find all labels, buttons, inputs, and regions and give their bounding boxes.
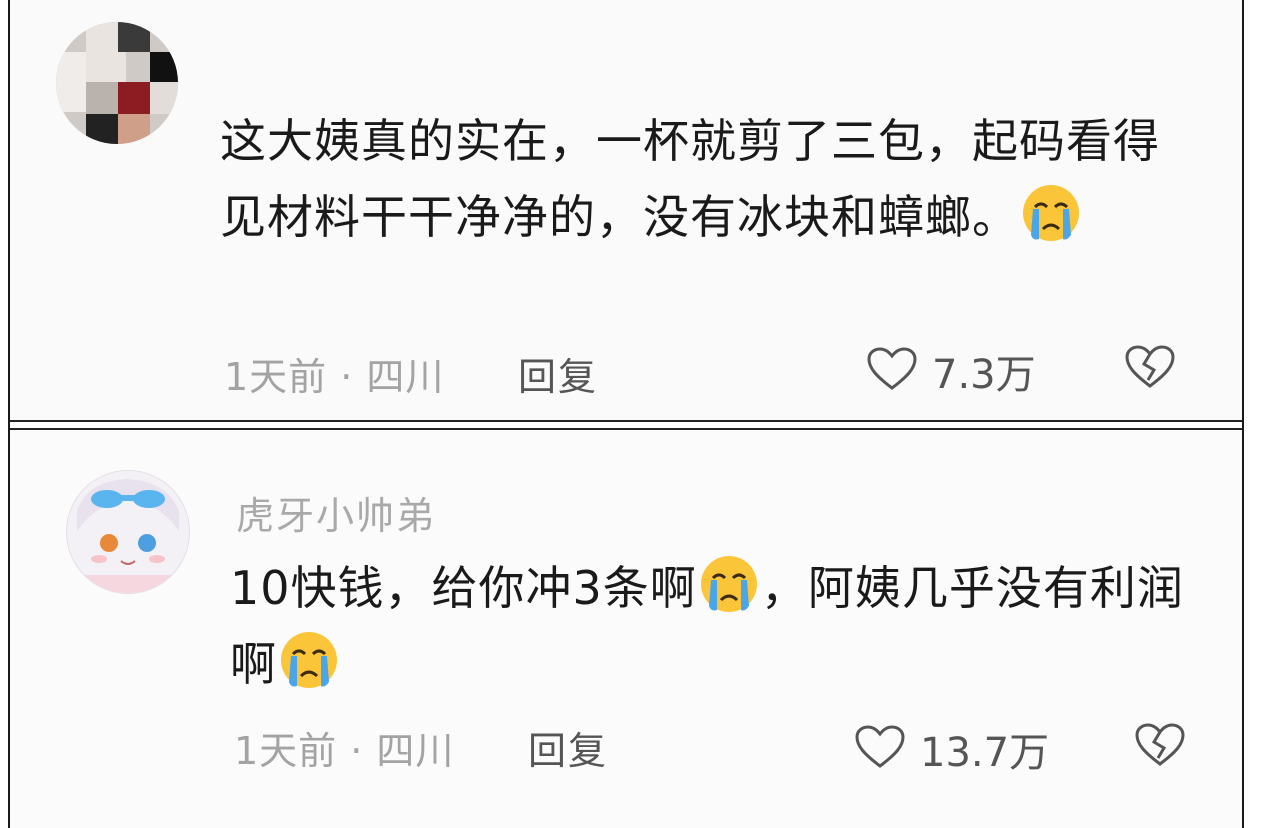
avatar[interactable] <box>66 470 190 594</box>
heart-outline-icon <box>854 724 906 774</box>
comment-text-part: 10快钱，给你冲3条啊 <box>230 561 697 615</box>
heart-outline-icon <box>866 346 918 396</box>
comment-meta: 1天前 · 四川 <box>224 355 445 399</box>
comment-text: 这大姨真的实在，一杯就剪了三包，起码看得见材料干干净净的，没有冰块和蟑螂。 <box>220 103 1200 255</box>
like-button[interactable]: 13.7万 <box>854 720 1049 778</box>
crying-face-icon <box>1021 183 1081 243</box>
crying-face-icon <box>279 630 339 690</box>
comment-card: 虎牙小帅弟 10快钱，给你冲3条啊 ，阿姨几乎没有利润啊 1天前 · 四川 回复 … <box>10 428 1242 828</box>
reply-button[interactable]: 回复 <box>528 720 608 775</box>
comment-text-part: 这大姨真的实在，一杯就剪了三包，起码看得见材料干干净净的，没有冰块和蟑螂。 <box>220 114 1160 244</box>
broken-heart-icon[interactable] <box>1124 344 1176 394</box>
like-count: 13.7万 <box>920 730 1050 776</box>
comment-meta: 1天前 · 四川 <box>234 729 455 773</box>
broken-heart-icon[interactable] <box>1134 722 1186 772</box>
reply-button[interactable]: 回复 <box>518 346 598 401</box>
comment-text: 10快钱，给你冲3条啊 ，阿姨几乎没有利润啊 <box>230 550 1210 702</box>
crying-face-icon <box>699 554 759 614</box>
comment-username[interactable]: 虎牙小帅弟 <box>236 485 436 540</box>
avatar[interactable] <box>56 22 178 144</box>
like-count: 7.3万 <box>932 352 1036 398</box>
like-button[interactable]: 7.3万 <box>866 342 1036 400</box>
